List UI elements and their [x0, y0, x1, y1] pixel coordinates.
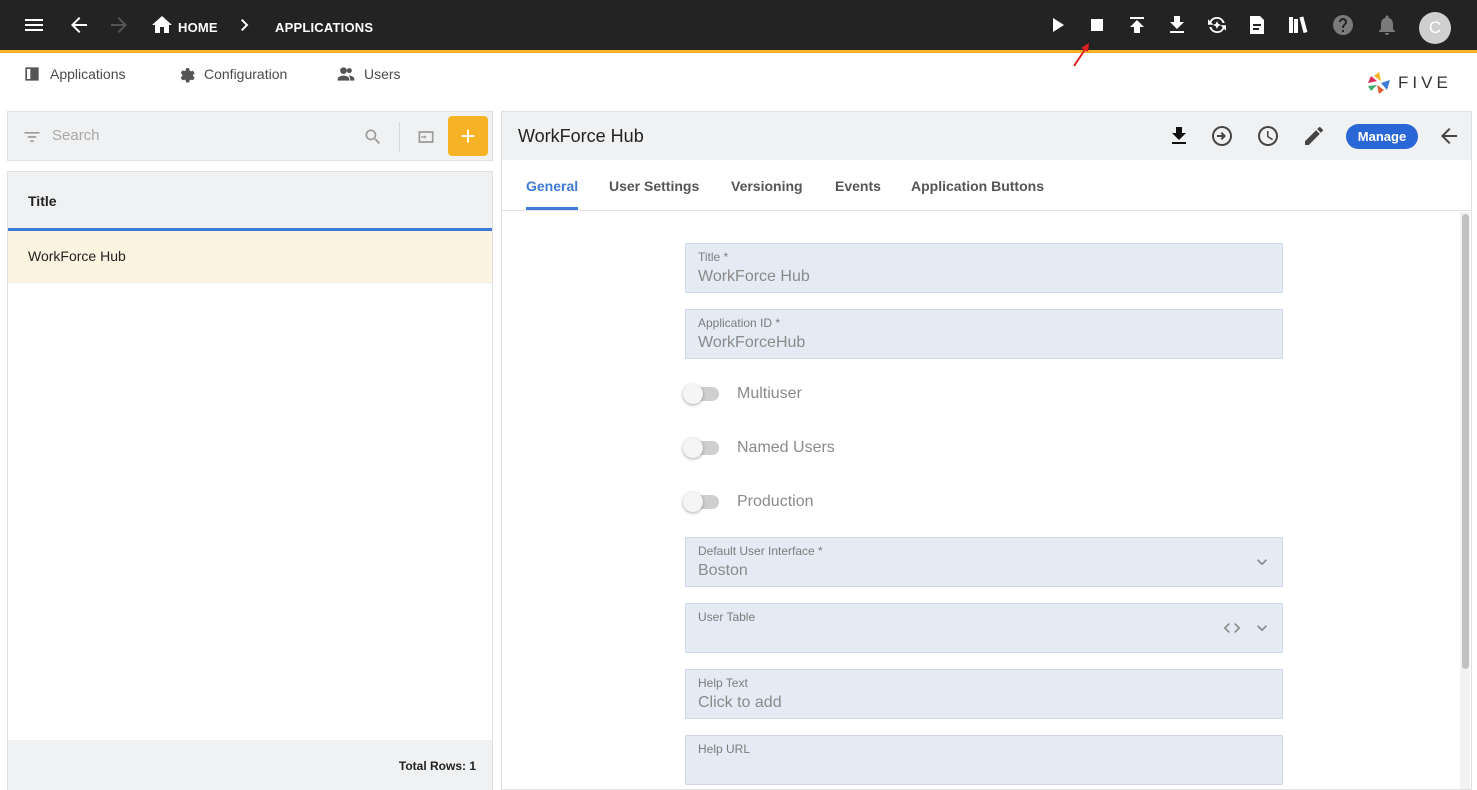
subnav-applications-label: Applications: [50, 66, 126, 82]
play-icon[interactable]: [1045, 13, 1069, 37]
five-logo-text: FIVE: [1398, 73, 1452, 92]
chevron-right-icon: [233, 13, 257, 37]
search-divider: [399, 122, 400, 152]
bell-icon[interactable]: [1375, 13, 1399, 37]
production-label: Production: [737, 493, 814, 510]
detail-panel: WorkForce Hub Manage General User Settin…: [501, 111, 1472, 790]
application-id-label: Application ID *: [698, 316, 781, 330]
users-icon: [337, 67, 355, 81]
stop-icon[interactable]: [1085, 13, 1109, 37]
application-id-field[interactable]: Application ID * WorkForceHub: [685, 309, 1283, 359]
multiuser-toggle-row: Multiuser: [683, 382, 802, 406]
add-button[interactable]: +: [448, 116, 488, 156]
scrollbar-thumb[interactable]: [1462, 214, 1469, 669]
help-text-label: Help Text: [698, 676, 748, 690]
detail-title: WorkForce Hub: [518, 126, 644, 146]
application-list: Title WorkForce Hub Total Rows: 1: [7, 171, 493, 790]
multiuser-label: Multiuser: [737, 385, 802, 402]
export-icon[interactable]: [416, 127, 436, 147]
title-field[interactable]: Title * WorkForce Hub: [685, 243, 1283, 293]
annotation-arrow-icon: [1073, 43, 1089, 67]
home-icon[interactable]: [150, 13, 174, 37]
back-arrow-icon[interactable]: [1437, 124, 1461, 148]
list-item[interactable]: WorkForce Hub: [8, 231, 492, 283]
named-users-toggle[interactable]: [683, 438, 719, 458]
list-search-bar: Search +: [7, 111, 493, 161]
breadcrumb-applications[interactable]: APPLICATIONS: [275, 20, 373, 35]
menu-icon[interactable]: [22, 13, 46, 37]
five-logo-icon: [1368, 72, 1390, 94]
multiuser-toggle[interactable]: [683, 384, 719, 404]
import-icon[interactable]: [1210, 124, 1234, 148]
named-users-label: Named Users: [737, 439, 835, 456]
library-icon[interactable]: [1286, 13, 1310, 37]
help-text-value: Click to add: [698, 694, 782, 711]
tab-versioning[interactable]: Versioning: [731, 178, 803, 194]
user-table-select[interactable]: User Table: [685, 603, 1283, 653]
chevron-down-icon[interactable]: [1252, 552, 1272, 572]
production-toggle[interactable]: [683, 492, 719, 512]
breadcrumb-home[interactable]: HOME: [178, 20, 218, 35]
subnav-applications[interactable]: Applications: [22, 63, 126, 85]
filter-icon[interactable]: [22, 127, 42, 147]
active-tab-indicator: [526, 207, 578, 210]
title-field-label: Title *: [698, 250, 729, 264]
named-users-toggle-row: Named Users: [683, 436, 835, 460]
user-table-label: User Table: [698, 610, 756, 624]
title-field-value: WorkForce Hub: [698, 268, 810, 285]
tab-application-buttons[interactable]: Application Buttons: [911, 178, 1044, 194]
detail-header: WorkForce Hub Manage: [502, 112, 1471, 160]
help-icon[interactable]: [1331, 13, 1355, 37]
code-icon[interactable]: [1222, 618, 1242, 638]
chevron-down-icon[interactable]: [1252, 618, 1272, 638]
deploy-icon[interactable]: [1205, 13, 1229, 37]
search-icon[interactable]: [363, 127, 383, 147]
five-logo: FIVE: [1366, 70, 1458, 96]
download-icon[interactable]: [1167, 124, 1191, 148]
subnav-configuration[interactable]: Configuration: [176, 63, 287, 85]
tab-events[interactable]: Events: [835, 178, 881, 194]
configuration-icon: [180, 68, 195, 83]
subnav-users[interactable]: Users: [336, 63, 401, 85]
upload-icon[interactable]: [1125, 13, 1149, 37]
default-ui-label: Default User Interface *: [698, 544, 823, 558]
default-ui-value: Boston: [698, 562, 748, 579]
help-text-field[interactable]: Help Text Click to add: [685, 669, 1283, 719]
list-footer: Total Rows: 1: [8, 740, 492, 790]
list-item-title: WorkForce Hub: [28, 248, 126, 264]
history-icon[interactable]: [1256, 124, 1280, 148]
top-app-bar: HOME APPLICATIONS C: [0, 0, 1477, 53]
subnav-configuration-label: Configuration: [204, 66, 288, 82]
application-id-value: WorkForceHub: [698, 334, 806, 351]
list-header: Title: [8, 172, 492, 231]
detail-tabs: General User Settings Versioning Events …: [502, 160, 1471, 211]
subnav-users-label: Users: [364, 66, 401, 82]
back-arrow-icon[interactable]: [67, 13, 91, 37]
tab-general[interactable]: General: [526, 178, 578, 194]
download-icon[interactable]: [1165, 13, 1189, 37]
avatar[interactable]: C: [1419, 12, 1451, 44]
production-toggle-row: Production: [683, 490, 814, 514]
tab-user-settings[interactable]: User Settings: [609, 178, 699, 194]
document-icon[interactable]: [1245, 13, 1269, 37]
column-header-title[interactable]: Title: [28, 193, 57, 209]
applications-icon: [25, 67, 39, 81]
help-url-label: Help URL: [698, 742, 751, 756]
total-rows: Total Rows: 1: [398, 759, 476, 773]
search-input[interactable]: Search: [52, 127, 100, 144]
edit-icon[interactable]: [1302, 124, 1326, 148]
default-ui-select[interactable]: Default User Interface * Boston: [685, 537, 1283, 587]
help-url-field[interactable]: Help URL: [685, 735, 1283, 785]
forward-arrow-icon[interactable]: [107, 13, 131, 37]
manage-button[interactable]: Manage: [1346, 124, 1418, 149]
